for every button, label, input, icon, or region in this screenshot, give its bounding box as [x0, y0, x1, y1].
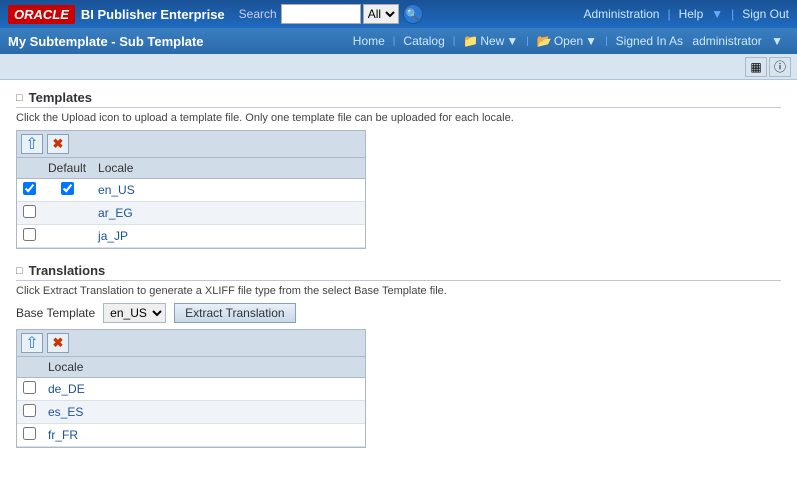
folder-icon: 📁: [463, 34, 478, 48]
top-links: Administration | Help ▼ | Sign Out: [583, 7, 789, 21]
templates-table: Default Locale en_US ar_EG ja_JP: [17, 158, 365, 248]
templates-toggle-icon[interactable]: □: [16, 92, 23, 104]
templates-section-desc: Click the Upload icon to upload a templa…: [16, 112, 781, 124]
templates-table-toolbar: ⇧ ✖: [17, 131, 365, 158]
nav-sep3: |: [526, 36, 529, 47]
translations-upload-button[interactable]: ⇧: [21, 333, 43, 353]
templates-row-default-checkbox-0[interactable]: [61, 182, 74, 195]
templates-locale-link-1[interactable]: ar_EG: [98, 206, 133, 220]
templates-section-title: Templates: [29, 90, 92, 105]
templates-table-row: ja_JP: [17, 225, 365, 248]
help-link[interactable]: Help: [679, 7, 704, 21]
translations-row-locale-2: fr_FR: [42, 424, 365, 447]
new-label: New: [480, 34, 504, 48]
translations-delete-button[interactable]: ✖: [47, 333, 69, 353]
search-input[interactable]: [281, 4, 361, 24]
main-content: □ Templates Click the Upload icon to upl…: [0, 80, 797, 502]
signed-in-text: Signed In As administrator ▼: [610, 32, 789, 50]
nav-sep2: |: [453, 36, 456, 47]
templates-section-header: □ Templates: [16, 90, 781, 108]
new-dropdown-button[interactable]: 📁 New ▼: [457, 32, 524, 50]
translations-table-row: fr_FR: [17, 424, 365, 447]
base-template-select[interactable]: en_US: [103, 303, 166, 323]
templates-delete-button[interactable]: ✖: [47, 134, 69, 154]
signed-in-user-link[interactable]: administrator: [686, 32, 767, 50]
home-link[interactable]: Home: [347, 32, 391, 50]
templates-table-container: ⇧ ✖ Default Locale en_US ar_EG ja_JP: [16, 130, 366, 249]
administration-link[interactable]: Administration: [583, 7, 659, 21]
templates-row-locale-1: ar_EG: [92, 202, 365, 225]
templates-col-locale: Locale: [92, 158, 365, 179]
templates-table-header-row: Default Locale: [17, 158, 365, 179]
translations-row-checkbox-1[interactable]: [23, 404, 36, 417]
open-chevron-icon: ▼: [585, 34, 597, 48]
translations-col-checkbox: [17, 357, 42, 378]
top-navigation-bar: ORACLE BI Publisher Enterprise Search Al…: [0, 0, 797, 28]
second-navigation-bar: My Subtemplate - Sub Template Home | Cat…: [0, 28, 797, 54]
translations-table-row: es_ES: [17, 401, 365, 424]
translations-locale-link-0[interactable]: de_DE: [48, 382, 85, 396]
search-scope-select[interactable]: All: [363, 4, 399, 24]
templates-row-default-1: [42, 202, 92, 225]
nav-links: Home | Catalog | 📁 New ▼ | 📂 Open ▼ | Si…: [347, 32, 789, 50]
signout-link[interactable]: Sign Out: [742, 7, 789, 21]
translations-locale-link-2[interactable]: fr_FR: [48, 428, 78, 442]
templates-row-locale-2: ja_JP: [92, 225, 365, 248]
translations-locale-link-1[interactable]: es_ES: [48, 405, 83, 419]
translations-row-checkbox-0[interactable]: [23, 381, 36, 394]
translations-table-toolbar: ⇧ ✖: [17, 330, 365, 357]
base-template-row: Base Template en_US Extract Translation: [16, 303, 781, 323]
translations-table-container: ⇧ ✖ Locale de_DE es_ES fr_FR: [16, 329, 366, 448]
translations-row-locale-1: es_ES: [42, 401, 365, 424]
nav-sep4: |: [605, 36, 608, 47]
extract-translation-button[interactable]: Extract Translation: [174, 303, 295, 323]
signed-in-chevron-icon: ▼: [771, 34, 783, 48]
top-sep3: |: [731, 7, 734, 21]
translations-section: □ Translations Click Extract Translation…: [16, 263, 781, 448]
templates-locale-link-2[interactable]: ja_JP: [98, 229, 128, 243]
templates-row-checkbox-0[interactable]: [23, 182, 36, 195]
oracle-logo: ORACLE: [8, 5, 75, 24]
new-chevron-icon: ▼: [506, 34, 518, 48]
page-title: My Subtemplate - Sub Template: [8, 34, 347, 49]
translations-table-body: de_DE es_ES fr_FR: [17, 378, 365, 447]
app-title: BI Publisher Enterprise: [81, 7, 225, 22]
templates-row-default-2: [42, 225, 92, 248]
catalog-link[interactable]: Catalog: [397, 32, 450, 50]
icon-bar: ▦ ⓘ: [0, 54, 797, 80]
translations-table-header-row: Locale: [17, 357, 365, 378]
templates-table-row: en_US: [17, 179, 365, 202]
help-icon-button[interactable]: ⓘ: [769, 57, 791, 77]
translations-table: Locale de_DE es_ES fr_FR: [17, 357, 365, 447]
layout-icon-button[interactable]: ▦: [745, 57, 767, 77]
nav-sep1: |: [393, 36, 396, 47]
templates-row-checkbox-2[interactable]: [23, 228, 36, 241]
templates-upload-button[interactable]: ⇧: [21, 134, 43, 154]
search-button[interactable]: 🔍: [403, 4, 423, 24]
templates-row-locale-0: en_US: [92, 179, 365, 202]
translations-section-title: Translations: [29, 263, 106, 278]
templates-col-checkbox: [17, 158, 42, 179]
translations-section-desc: Click Extract Translation to generate a …: [16, 285, 781, 297]
translations-toggle-icon[interactable]: □: [16, 265, 23, 277]
open-folder-icon: 📂: [537, 34, 552, 48]
translations-table-row: de_DE: [17, 378, 365, 401]
templates-table-row: ar_EG: [17, 202, 365, 225]
base-template-label: Base Template: [16, 306, 95, 320]
top-sep1: |: [667, 7, 670, 21]
open-dropdown-button[interactable]: 📂 Open ▼: [531, 32, 603, 50]
templates-table-body: en_US ar_EG ja_JP: [17, 179, 365, 248]
templates-locale-link-0[interactable]: en_US: [98, 183, 135, 197]
translations-row-locale-0: de_DE: [42, 378, 365, 401]
top-sep2: ▼: [711, 7, 723, 21]
templates-col-default: Default: [42, 158, 92, 179]
search-label: Search: [239, 7, 277, 21]
templates-row-checkbox-1[interactable]: [23, 205, 36, 218]
open-label: Open: [554, 34, 583, 48]
translations-col-locale: Locale: [42, 357, 365, 378]
translations-section-header: □ Translations: [16, 263, 781, 281]
translations-row-checkbox-2[interactable]: [23, 427, 36, 440]
templates-section: □ Templates Click the Upload icon to upl…: [16, 90, 781, 249]
templates-row-default-0: [42, 179, 92, 202]
